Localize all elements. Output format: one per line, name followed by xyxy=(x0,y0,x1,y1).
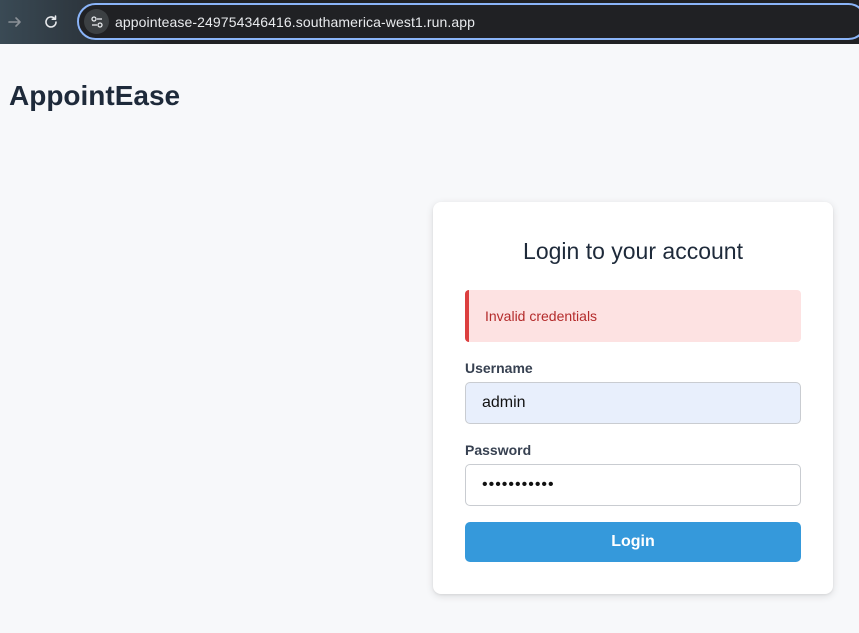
app-title: AppointEase xyxy=(9,80,181,111)
browser-toolbar: appointease-249754346416.southamerica-we… xyxy=(0,0,859,44)
reload-icon xyxy=(45,15,57,28)
username-label: Username xyxy=(465,360,533,376)
url-text[interactable]: appointease-249754346416.southamerica-we… xyxy=(115,14,475,30)
reload-button[interactable] xyxy=(40,11,62,33)
forward-button[interactable] xyxy=(4,11,26,33)
site-info-button[interactable] xyxy=(84,9,109,34)
login-heading: Login to your account xyxy=(523,238,743,264)
login-card: Login to your account Invalid credential… xyxy=(433,202,833,594)
login-button[interactable]: Login xyxy=(465,522,801,562)
password-label: Password xyxy=(465,442,532,458)
username-input[interactable] xyxy=(465,382,801,424)
error-message: Invalid credentials xyxy=(485,308,598,324)
tune-icon xyxy=(90,15,103,28)
error-alert: Invalid credentials xyxy=(465,290,801,342)
address-bar[interactable]: appointease-249754346416.southamerica-we… xyxy=(77,3,859,40)
password-input[interactable] xyxy=(465,464,801,506)
arrow-right-icon xyxy=(8,17,21,27)
